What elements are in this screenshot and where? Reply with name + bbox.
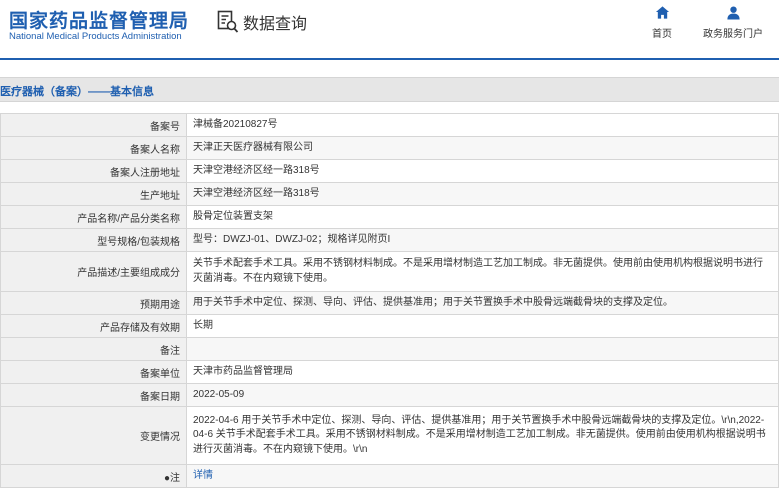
logo-title-en: National Medical Products Administration bbox=[9, 31, 182, 42]
record-detail-table: 备案号 津械备20210827号 备案人名称 天津正天医疗器械有限公司 备案人注… bbox=[0, 113, 779, 488]
field-value: 型号：DWZJ-01、DWZJ-02；规格详见附页I bbox=[186, 228, 779, 252]
field-value: 天津空港经济区经一路318号 bbox=[186, 159, 779, 183]
field-label: 备案人注册地址 bbox=[0, 159, 187, 183]
field-value: 用于关节手术中定位、探测、导向、评估、提供基准用；用于关节置换手术中股骨远端截骨… bbox=[186, 291, 779, 315]
page-title-group: 数据查询 bbox=[217, 10, 307, 34]
field-label: 生产地址 bbox=[0, 182, 187, 206]
nav-gov-label: 政务服务门户 bbox=[703, 29, 763, 40]
field-label: 备案单位 bbox=[0, 360, 187, 384]
breadcrumb-text: 医疗器械（备案）——基本信息 bbox=[0, 86, 154, 98]
field-label: 型号规格/包装规格 bbox=[0, 228, 187, 252]
document-search-icon bbox=[217, 10, 239, 33]
user-icon bbox=[726, 6, 740, 20]
page-title: 数据查询 bbox=[243, 14, 308, 33]
nav-home[interactable]: 首页 bbox=[648, 5, 676, 40]
field-label: 备案人名称 bbox=[0, 136, 187, 160]
field-label: 备案号 bbox=[0, 113, 187, 137]
field-value: 长期 bbox=[186, 314, 779, 338]
field-label: 产品名称/产品分类名称 bbox=[0, 205, 187, 229]
site-header: 国家药品监督管理局 National Medical Products Admi… bbox=[0, 0, 779, 58]
field-label: 预期用途 bbox=[0, 291, 187, 315]
field-label: 备案日期 bbox=[0, 383, 187, 407]
field-value: 天津市药品监督管理局 bbox=[186, 360, 779, 384]
logo-title-cn[interactable]: 国家药品监督管理局 bbox=[9, 6, 189, 33]
field-value: 2022-04-6 用于关节手术中定位、探测、导向、评估、提供基准用；用于关节置… bbox=[186, 406, 779, 465]
nav-home-label: 首页 bbox=[652, 29, 672, 40]
details-link[interactable]: 详情 bbox=[193, 470, 213, 481]
field-value: 2022-05-09 bbox=[186, 383, 779, 407]
field-value: 津械备20210827号 bbox=[186, 113, 779, 137]
field-label: 备注 bbox=[0, 337, 187, 361]
field-value: 天津正天医疗器械有限公司 bbox=[186, 136, 779, 160]
breadcrumb: 医疗器械（备案）——基本信息 bbox=[0, 77, 779, 102]
field-value: 天津空港经济区经一路318号 bbox=[186, 182, 779, 206]
field-label: ●注 bbox=[0, 464, 187, 488]
field-value: 关节手术配套手术工具。采用不锈钢材料制成。不是采用增材制造工艺加工制成。非无菌提… bbox=[186, 251, 779, 292]
field-label: 产品存储及有效期 bbox=[0, 314, 187, 338]
field-value bbox=[186, 337, 779, 361]
header-divider bbox=[0, 58, 779, 60]
nav-gov-portal[interactable]: 政务服务门户 bbox=[698, 5, 768, 40]
field-label: 变更情况 bbox=[0, 406, 187, 465]
home-icon bbox=[655, 6, 669, 19]
field-value: 股骨定位装置支架 bbox=[186, 205, 779, 229]
field-label: 产品描述/主要组成成分 bbox=[0, 251, 187, 292]
